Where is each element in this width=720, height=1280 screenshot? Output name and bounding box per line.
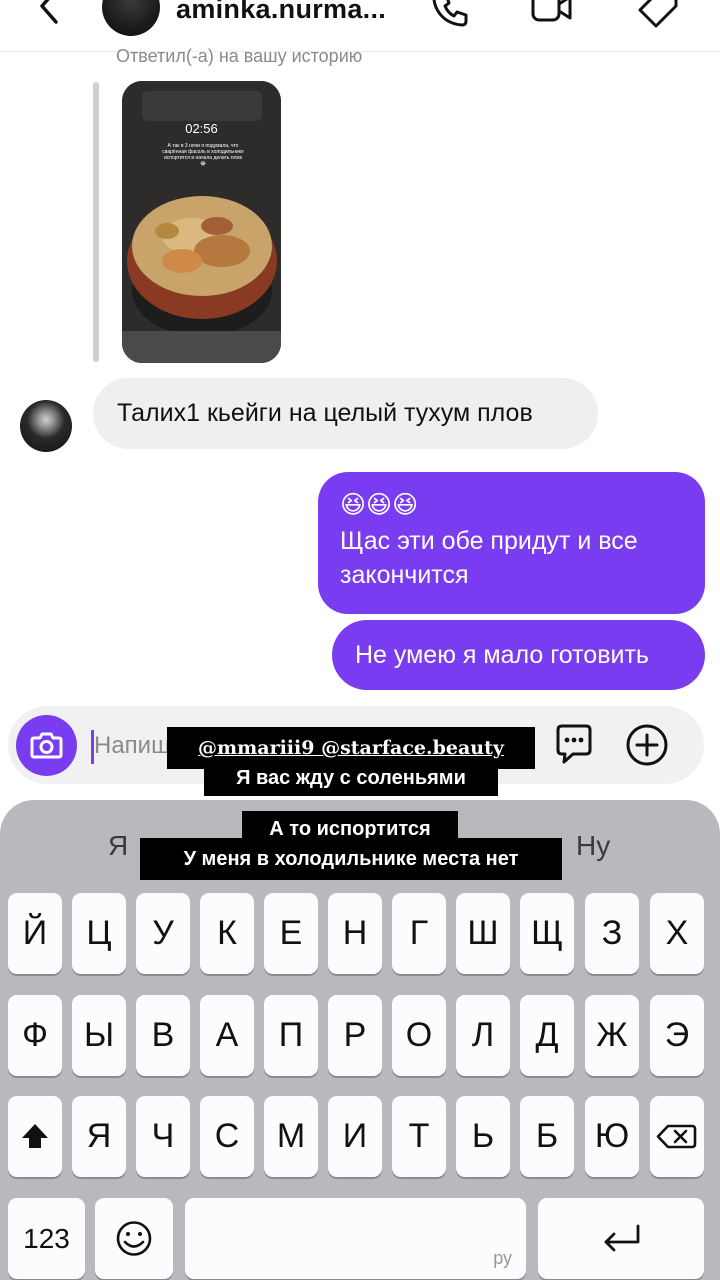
key-letter[interactable]: А	[200, 995, 254, 1076]
key-letter[interactable]: С	[200, 1096, 254, 1177]
avatar[interactable]	[102, 0, 160, 36]
key-letter[interactable]: Е	[264, 893, 318, 974]
key-letter[interactable]: Я	[72, 1096, 126, 1177]
video-call-button[interactable]	[530, 0, 574, 30]
key-letter[interactable]: Л	[456, 995, 510, 1076]
key-letter[interactable]: Н	[328, 893, 382, 974]
sender-avatar[interactable]	[20, 400, 72, 452]
key-letter[interactable]: Р	[328, 995, 382, 1076]
video-icon	[531, 0, 572, 22]
key-letter[interactable]: З	[585, 893, 639, 974]
key-letter[interactable]: Ф	[8, 995, 62, 1076]
key-letter[interactable]: Х	[650, 893, 704, 974]
story-reply-caption: Ответил(-а) на вашу историю	[116, 46, 363, 66]
emoji-icon	[116, 1221, 152, 1256]
tag-button[interactable]	[636, 0, 680, 30]
key-letter[interactable]: Й	[8, 893, 62, 974]
reply-indicator-bar	[93, 82, 99, 362]
key-letter[interactable]: Ю	[585, 1096, 639, 1177]
chat-username[interactable]: aminka.nurma...	[176, 0, 386, 25]
key-letter[interactable]: Ь	[456, 1096, 510, 1177]
story-thumbnail[interactable]: 02:56 А так в 3 ночи я подумала, что сва…	[122, 81, 281, 363]
outgoing-message[interactable]: 😆😆😆 Щас эти обе придут и все закончится	[318, 472, 705, 614]
plus-circle-icon	[626, 724, 668, 766]
shift-key[interactable]	[8, 1096, 62, 1177]
key-letter[interactable]: В	[136, 995, 190, 1076]
tag-icon	[638, 0, 678, 28]
add-button[interactable]	[622, 720, 672, 770]
camera-icon	[30, 732, 63, 759]
story-caption-text: А так в 3 ночи я подумала, что сварённая…	[162, 143, 244, 167]
key-letter[interactable]: М	[264, 1096, 318, 1177]
emoji-key[interactable]	[95, 1198, 173, 1279]
key-letter[interactable]: Ц	[72, 893, 126, 974]
key-letter[interactable]: Щ	[520, 893, 574, 974]
key-letter[interactable]: Э	[650, 995, 704, 1076]
story-timestamp: 02:56	[185, 121, 218, 136]
return-icon	[604, 1224, 640, 1252]
shift-icon	[22, 1124, 48, 1148]
chevron-left-icon	[40, 0, 58, 24]
overlay-text: У меня в холодильнике места нет	[140, 838, 562, 880]
key-letter[interactable]: Д	[520, 995, 574, 1076]
key-letter[interactable]: Т	[392, 1096, 446, 1177]
call-button[interactable]	[428, 0, 472, 30]
incoming-message[interactable]: Талих1 кьейги на целый тухум плов	[93, 378, 598, 449]
key-letter[interactable]: К	[200, 893, 254, 974]
key-letter[interactable]: Б	[520, 1096, 574, 1177]
numbers-key[interactable]: 123	[8, 1198, 85, 1279]
camera-button[interactable]	[16, 715, 77, 776]
return-key[interactable]	[538, 1198, 704, 1279]
key-letter[interactable]: Ы	[72, 995, 126, 1076]
key-letter[interactable]: О	[392, 995, 446, 1076]
key-letter[interactable]: У	[136, 893, 190, 974]
key-letter[interactable]: Ж	[585, 995, 639, 1076]
backspace-icon	[656, 1124, 697, 1149]
outgoing-message[interactable]: Не умею я мало готовить	[332, 620, 705, 690]
sticker-icon	[556, 724, 592, 764]
key-letter[interactable]: Ч	[136, 1096, 190, 1177]
overlay-text: Я вас жду с соленьями	[204, 760, 498, 796]
space-key[interactable]: ру	[185, 1198, 526, 1279]
message-emoji: 😆😆😆	[340, 491, 419, 519]
key-letter[interactable]: П	[264, 995, 318, 1076]
back-button[interactable]	[30, 0, 70, 26]
key-letter[interactable]: И	[328, 1096, 382, 1177]
key-letter[interactable]: Ш	[456, 893, 510, 974]
suggestion-left[interactable]: Я	[108, 830, 128, 862]
chat-header: aminka.nurma...	[0, 0, 720, 52]
suggestion-right[interactable]: Ну	[576, 830, 610, 862]
message-text: Щас эти обе придут и все закончится	[340, 527, 638, 589]
key-letter[interactable]: Г	[392, 893, 446, 974]
keyboard-language: ру	[493, 1248, 512, 1268]
phone-icon	[432, 0, 468, 27]
backspace-key[interactable]	[650, 1096, 704, 1177]
sticker-button[interactable]	[549, 720, 599, 770]
